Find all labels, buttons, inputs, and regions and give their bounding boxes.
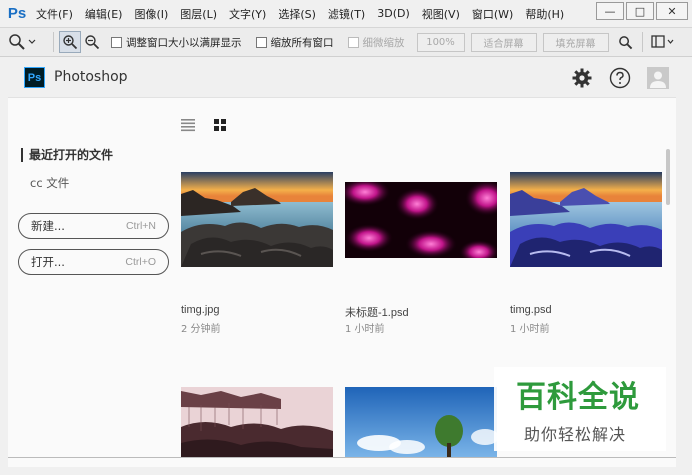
search-button[interactable] xyxy=(615,31,637,53)
watermark-title: 百科全说 xyxy=(516,380,640,415)
menu-3d[interactable]: 3D(D) xyxy=(371,7,416,20)
file-thumbnail[interactable] xyxy=(181,172,333,267)
file-name[interactable]: 未标题-1.psd xyxy=(345,304,409,320)
menu-help[interactable]: 帮助(H) xyxy=(519,6,570,22)
options-bar: 调整窗口大小以满屏显示 缩放所有窗口 细微缩放 100% 适合屏幕 填充屏幕 xyxy=(0,27,692,57)
watermark-subtitle: 助你轻松解决 xyxy=(524,425,627,444)
zoom-all-checkbox[interactable]: 缩放所有窗口 xyxy=(255,35,334,50)
photoshop-app-icon: Ps xyxy=(24,67,45,88)
chevron-down-icon xyxy=(28,39,36,44)
zoom-all-label: 缩放所有窗口 xyxy=(270,36,334,49)
menu-layer[interactable]: 图层(L) xyxy=(174,6,223,22)
fill-screen-button[interactable]: 填充屏幕 xyxy=(542,32,609,52)
seascape-pink-thumbnail xyxy=(181,387,333,457)
separator xyxy=(53,32,54,52)
file-name[interactable]: timg.psd xyxy=(510,304,552,316)
help-button[interactable] xyxy=(609,67,631,89)
minimize-button[interactable]: — xyxy=(596,2,624,20)
zoom-tool-icon xyxy=(9,34,25,50)
file-time: 1 小时前 xyxy=(345,324,385,335)
open-button-label: 打开... xyxy=(31,255,65,269)
checkbox-box xyxy=(347,36,359,48)
new-button-shortcut: Ctrl+N xyxy=(125,220,156,232)
fit-screen-button[interactable]: 适合屏幕 xyxy=(470,32,537,52)
menu-view[interactable]: 视图(V) xyxy=(416,6,466,22)
open-button-shortcut: Ctrl+O xyxy=(125,256,156,268)
user-account-button[interactable] xyxy=(647,67,669,89)
new-button-label: 新建... xyxy=(31,219,65,233)
search-icon xyxy=(619,35,633,49)
cc-files-nav[interactable]: cc 文件 xyxy=(30,175,69,191)
maximize-button[interactable]: □ xyxy=(626,2,654,20)
zoom-in-icon xyxy=(63,35,78,50)
checkbox-box xyxy=(111,36,122,48)
file-thumbnail[interactable] xyxy=(510,172,662,267)
resize-windows-checkbox[interactable]: 调整窗口大小以满屏显示 xyxy=(111,35,242,50)
menu-edit[interactable]: 编辑(E) xyxy=(79,6,129,22)
zoom-out-button[interactable] xyxy=(81,31,103,53)
app-name: Photoshop xyxy=(54,69,128,85)
file-time: 1 小时前 xyxy=(510,324,550,335)
resize-windows-label: 调整窗口大小以满屏显示 xyxy=(126,36,242,49)
close-button[interactable]: ✕ xyxy=(656,2,688,20)
seascape-thumbnail xyxy=(181,172,333,267)
start-workspace: Ps Photoshop 最近打开的文件 cc 文件 新建... Ctrl+N … xyxy=(8,57,676,467)
zoom-in-button[interactable] xyxy=(59,31,81,53)
start-header: Ps Photoshop xyxy=(8,57,676,98)
bottom-divider xyxy=(8,457,676,458)
file-thumbnail[interactable] xyxy=(345,387,497,457)
workspace-icon xyxy=(650,35,673,48)
file-thumbnail[interactable] xyxy=(181,387,333,457)
file-time: 2 分钟前 xyxy=(181,324,221,335)
menu-filter[interactable]: 滤镜(T) xyxy=(322,6,371,22)
tool-preset-picker[interactable] xyxy=(8,31,48,53)
new-file-button[interactable]: 新建... Ctrl+N xyxy=(18,213,169,239)
list-view-icon[interactable] xyxy=(180,118,196,132)
settings-button[interactable] xyxy=(571,67,593,89)
photoshop-logo: Ps xyxy=(7,5,27,22)
menu-type[interactable]: 文字(Y) xyxy=(223,6,272,22)
sky-tree-thumbnail xyxy=(345,387,497,457)
window-controls: — □ ✕ xyxy=(596,2,688,20)
file-thumbnail[interactable] xyxy=(345,182,497,258)
open-file-button[interactable]: 打开... Ctrl+O xyxy=(18,249,169,275)
gear-icon xyxy=(572,68,592,88)
seascape-blue-thumbnail xyxy=(510,172,662,267)
help-icon xyxy=(609,67,631,89)
menu-window[interactable]: 窗口(W) xyxy=(466,6,519,22)
menu-select[interactable]: 选择(S) xyxy=(272,6,322,22)
zoom-100-button[interactable]: 100% xyxy=(416,32,465,52)
file-name[interactable]: timg.jpg xyxy=(181,304,220,316)
user-avatar-icon xyxy=(647,67,669,89)
separator xyxy=(641,32,643,52)
menu-image[interactable]: 图像(I) xyxy=(128,6,174,22)
recent-files-nav[interactable]: 最近打开的文件 xyxy=(21,148,113,162)
zoom-out-icon xyxy=(85,35,100,50)
checkbox-box xyxy=(255,36,267,48)
scrollbar-thumb[interactable] xyxy=(666,149,670,205)
watermark-overlay: 百科全说 助你轻松解决 xyxy=(494,367,666,451)
scrubby-zoom-label: 细微缩放 xyxy=(362,36,405,49)
grid-view-icon[interactable] xyxy=(212,118,228,132)
scrubby-zoom-checkbox[interactable]: 细微缩放 xyxy=(347,35,405,50)
menu-file[interactable]: 文件(F) xyxy=(30,6,79,22)
workspace-switcher[interactable] xyxy=(648,31,678,53)
abstract-thumbnail xyxy=(345,182,497,258)
menu-bar: Ps 文件(F) 编辑(E) 图像(I) 图层(L) 文字(Y) 选择(S) 滤… xyxy=(0,0,692,27)
